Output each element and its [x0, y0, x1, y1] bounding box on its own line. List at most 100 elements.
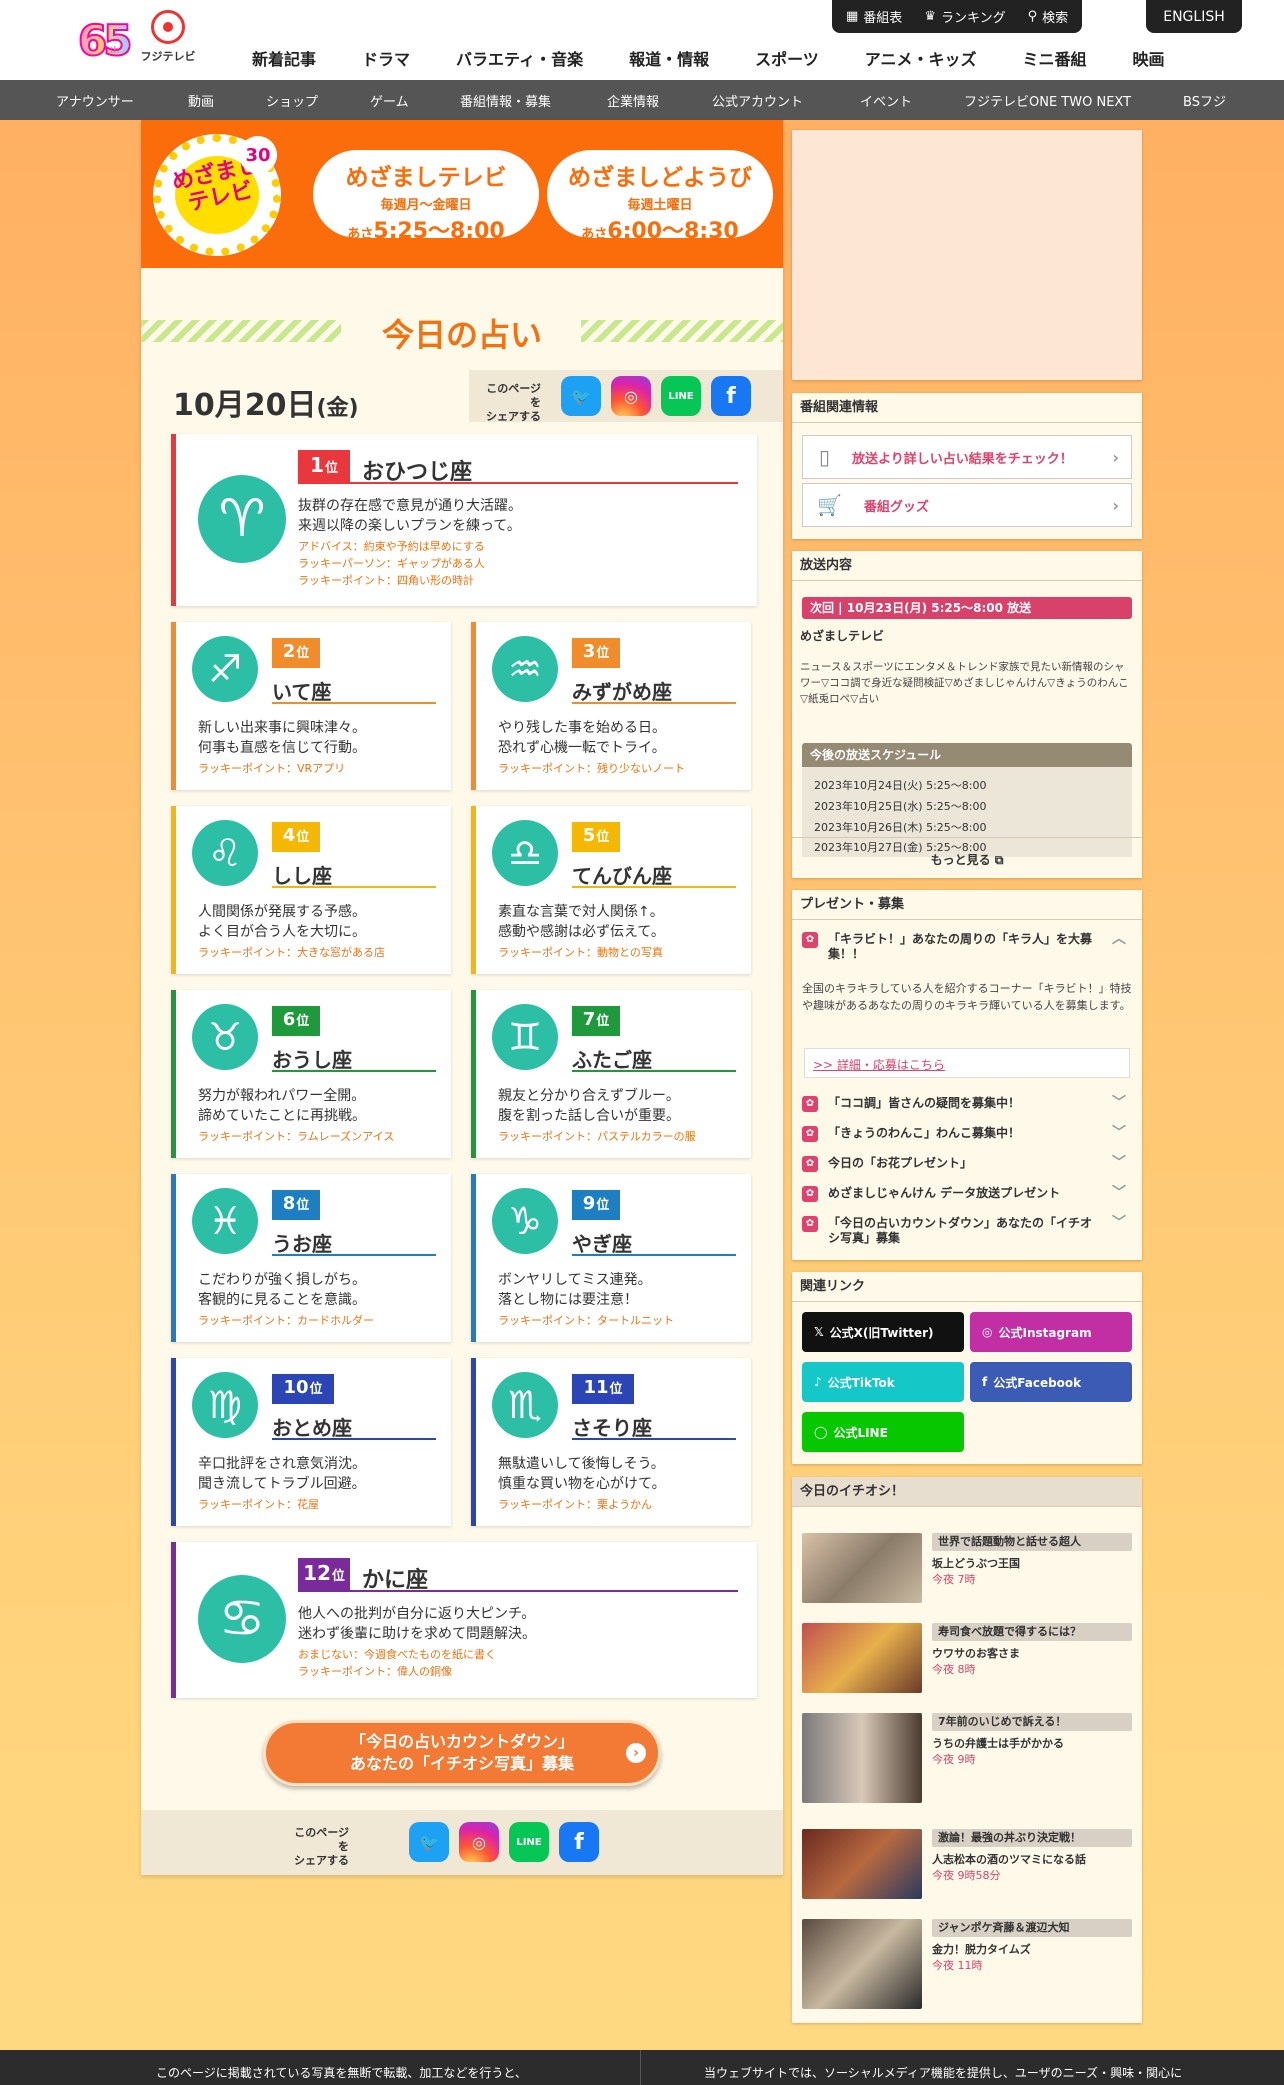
fortune-column: めざましテレビ 30 めざましテレビ 毎週月〜金曜日 あさ5:25〜8:00 め…	[141, 120, 783, 1875]
related-info-panel: 番組関連情報 ▯ 放送より詳しい占い結果をチェック！ › 🛒 番組グッズ ›	[792, 393, 1142, 539]
fortune-text: 新しい出来事に興味津々。	[198, 720, 366, 736]
program-goods-link[interactable]: 🛒 番組グッズ ›	[802, 483, 1132, 527]
ad-space	[792, 130, 1142, 380]
rank-badge: 6位	[272, 1006, 320, 1036]
fortune-card: ♋ 12 位かに座 他人への批判が自分に返り大ピンチ。 迷わず後輩に助けを求めて問題解決…	[171, 1542, 757, 1698]
pick-item[interactable]: 寿司食べ放題で得するには？ ウワサのお客さま 今夜 8時	[802, 1623, 1132, 1693]
broadcast-panel: 放送内容 次回 | 10月23日(月) 5:25〜8:00 放送 めざましテレビ…	[792, 551, 1142, 878]
twitter-share-button-bottom[interactable]: 🐦	[409, 1822, 449, 1862]
line-link[interactable]: ◯ 公式LINE	[802, 1412, 964, 1452]
nav-variety[interactable]: バラエティ・音楽	[456, 46, 583, 70]
x-twitter-link[interactable]: 𝕏 公式X(旧Twitter)	[802, 1312, 964, 1352]
english-button[interactable]: ENGLISH	[1146, 0, 1242, 33]
footer-bar: このページに掲載されている写真を無断で転載、加工などを行うと、 当ウェブサイトで…	[0, 2050, 1284, 2085]
nav-drama[interactable]: ドラマ	[362, 46, 410, 70]
fujitv-logo[interactable]: フジテレビ	[138, 10, 198, 66]
subnav-program-info[interactable]: 番組情報・募集	[460, 91, 551, 110]
arrow-right-icon: ›	[626, 1743, 646, 1763]
rank-badge: 12 位	[298, 1558, 350, 1590]
subnav-bsfuji[interactable]: BSフジ	[1183, 91, 1226, 110]
gift-icon: ✿	[802, 932, 818, 948]
broadcast-title: 放送内容	[792, 551, 1142, 581]
pick-item[interactable]: 激論！最強の丼ぶり決定戦！ 人志松本の酒のツマミになる話 今夜 9時58分	[802, 1829, 1132, 1899]
zodiac-name: さそり座	[572, 1416, 652, 1440]
pill-saturday[interactable]: めざましどようび 毎週土曜日 あさ6:00〜8:30	[547, 150, 773, 244]
main-nav: 新着記事 ドラマ バラエティ・音楽 報道・情報 スポーツ アニメ・キッズ ミニ番…	[252, 46, 1211, 70]
zodiac-icon: ♌	[192, 820, 258, 886]
nav-report[interactable]: 報道・情報	[629, 46, 709, 70]
fortune-text: 素直な言葉で対人関係↑。	[498, 904, 664, 920]
twitter-share-button[interactable]: 🐦	[561, 376, 601, 416]
fortune-text: ボンヤリしてミス連発。	[498, 1272, 652, 1288]
pill-weekday[interactable]: めざましテレビ 毎週月〜金曜日 あさ5:25〜8:00	[313, 150, 539, 244]
name-underline	[272, 1070, 436, 1072]
subnav-event[interactable]: イベント	[860, 91, 912, 110]
lucky-item: ラッキーポイント：大きな窓がある店	[198, 946, 385, 959]
nav-news[interactable]: 新着記事	[252, 46, 316, 70]
instagram-icon: ◎	[982, 1325, 993, 1339]
nav-sports[interactable]: スポーツ	[755, 46, 819, 70]
more-link[interactable]: もっと見る ⧉	[792, 851, 1142, 868]
logo-30th-badge: 30	[239, 136, 277, 174]
facebook-share-button-bottom[interactable]: f	[559, 1822, 599, 1862]
zodiac-icon: ♒	[492, 636, 558, 702]
facebook-link[interactable]: f 公式Facebook	[970, 1362, 1132, 1402]
subnav-announcer[interactable]: アナウンサー	[56, 91, 134, 110]
lucky-item: おまじない：今週食べたものを紙に書く	[298, 1648, 496, 1661]
pick-panel: 今日のイチオシ！ 世界で話題動物と話せる超人 坂上どうぶつ王国 今夜 7時 寿司…	[792, 1477, 1142, 2023]
divider	[792, 837, 1142, 838]
ranking-button[interactable]: ♛ ランキング	[924, 7, 1005, 26]
mezamashi-logo[interactable]: めざましテレビ 30	[153, 134, 281, 256]
phone-icon: ▯	[819, 445, 831, 469]
chevron-down-icon: ﹀	[1112, 1185, 1126, 1201]
nav-anime[interactable]: アニメ・キッズ	[865, 46, 977, 70]
zodiac-icon: ♋	[198, 1575, 286, 1663]
zodiac-icon: ♓	[192, 1188, 258, 1254]
links-panel: 関連リンク 𝕏 公式X(旧Twitter) ◎ 公式Instagram ♪ 公式Tik…	[792, 1272, 1142, 1464]
fortune-text: 抜群の存在感で意見が通り大活躍。	[298, 498, 522, 514]
search-button[interactable]: ⚲ 検索	[1028, 7, 1069, 26]
nav-movie[interactable]: 映画	[1132, 46, 1164, 70]
present-panel: プレゼント・募集 ✿ 「キラビト！」あなたの周りの「キラ人」を大募集！！ ︿ 全…	[792, 890, 1142, 1260]
subnav-corporate[interactable]: 企業情報	[607, 91, 659, 110]
line-share-button[interactable]: LINE	[661, 376, 701, 416]
nav-mini[interactable]: ミニ番組	[1022, 46, 1086, 70]
lucky-item: ラッキーポイント：残り少ないノート	[498, 762, 685, 775]
subnav-one-two-next[interactable]: フジテレビONE TWO NEXT	[964, 91, 1131, 110]
name-underline	[272, 702, 436, 704]
instagram-link[interactable]: ◎ 公式Instagram	[970, 1312, 1132, 1352]
pick-item[interactable]: 世界で話題動物と話せる超人 坂上どうぶつ王国 今夜 7時	[802, 1533, 1132, 1603]
fortune-text: 努力が報われパワー全開。	[198, 1088, 366, 1104]
fortune-date: 10月20日(金)	[173, 388, 359, 423]
instagram-share-button-bottom[interactable]: ◎	[459, 1822, 499, 1862]
rank-badge: 9位	[572, 1190, 620, 1220]
gift-icon: ✿	[802, 1156, 818, 1172]
pick-item[interactable]: 7年前のいじめで訴える！ うちの弁護士は手がかかる 今夜 9時	[802, 1713, 1132, 1803]
logo-65-number: 65	[77, 15, 134, 66]
instagram-share-button[interactable]: ◎	[611, 376, 651, 416]
pick-thumbnail	[802, 1533, 922, 1603]
line-share-button-bottom[interactable]: LINE	[509, 1822, 549, 1862]
fortune-card: ♐ 2 位いて座 新しい出来事に興味津々。 何事も直感を信じて行動。 ラッキーポイント：V…	[171, 622, 451, 790]
pick-item[interactable]: ジャンポケ斉藤＆渡辺大知 金力！脱力タイムズ 今夜 11時	[802, 1919, 1132, 2009]
subnav-shop[interactable]: ショップ	[266, 91, 318, 110]
tiktok-link[interactable]: ♪ 公式TikTok	[802, 1362, 964, 1402]
tv-schedule-button[interactable]: ▦ 番組表	[846, 7, 902, 26]
name-underline	[572, 886, 736, 888]
fortune-text: 腹を割った話し合いが重要。	[498, 1108, 680, 1124]
facebook-icon: f	[726, 383, 736, 409]
lucky-item: ラッキーポイント：栗ようかん	[498, 1498, 652, 1511]
anniversary-65-logo[interactable]: 65 th	[77, 15, 134, 66]
lucky-item: ラッキーポイント：動物との写真	[498, 946, 663, 959]
subnav-game[interactable]: ゲーム	[370, 91, 409, 110]
subnav-official-accounts[interactable]: 公式アカウント	[712, 91, 803, 110]
pick-thumbnail	[802, 1623, 922, 1693]
detailed-fortune-link[interactable]: ▯ 放送より詳しい占い結果をチェック！ ›	[802, 435, 1132, 479]
present-detail-link[interactable]: >> 詳細・応募はこちら	[804, 1048, 1130, 1078]
countdown-photo-button[interactable]: 「今日の占いカウントダウン」 あなたの「イチオシ写真」募集 ›	[263, 1720, 661, 1786]
next-broadcast-bar: 次回 | 10月23日(月) 5:25〜8:00 放送	[802, 597, 1132, 619]
rank-badge: 4位	[272, 822, 320, 852]
subnav-video[interactable]: 動画	[188, 91, 214, 110]
facebook-share-button[interactable]: f	[711, 376, 751, 416]
fortune-text: 人間関係が発展する予感。	[198, 904, 366, 920]
